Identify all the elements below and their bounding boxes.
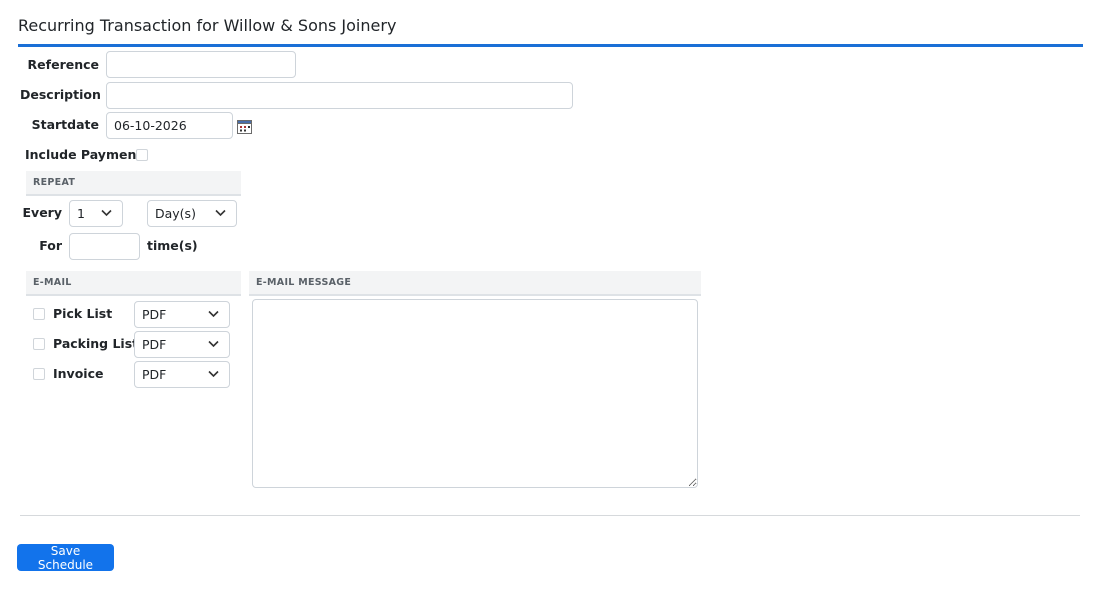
for-times-input[interactable] [69, 233, 140, 260]
include-payment-checkbox[interactable] [136, 149, 148, 161]
form-divider [20, 515, 1080, 516]
invoice-label: Invoice [53, 366, 104, 381]
every-value: 1 [77, 206, 85, 221]
packing-list-format: PDF [142, 337, 167, 352]
include-payment-label: Include Payment [25, 147, 143, 162]
invoice-checkbox[interactable] [33, 368, 45, 380]
unit-value: Day(s) [155, 206, 196, 221]
reference-input[interactable] [106, 51, 296, 78]
pick-list-label: Pick List [53, 306, 113, 321]
save-schedule-button[interactable]: Save Schedule [17, 544, 114, 572]
title-divider [18, 44, 1083, 47]
chevron-down-icon [208, 310, 219, 318]
calendar-icon[interactable] [237, 119, 252, 138]
times-label: time(s) [147, 238, 198, 253]
invoice-format: PDF [142, 367, 167, 382]
invoice-format-select[interactable]: PDF [134, 361, 230, 388]
packing-list-format-select[interactable]: PDF [134, 331, 230, 358]
description-label: Description [20, 87, 101, 102]
email-message-textarea[interactable] [252, 299, 698, 488]
every-label: Every [22, 205, 62, 220]
email-message-section-header: E-MAIL MESSAGE [249, 271, 701, 296]
unit-select[interactable]: Day(s) [147, 200, 237, 227]
packing-list-label: Packing List [53, 336, 139, 351]
pick-list-checkbox[interactable] [33, 308, 45, 320]
chevron-down-icon [208, 370, 219, 378]
packing-list-checkbox[interactable] [33, 338, 45, 350]
description-input[interactable] [106, 82, 573, 109]
startdate-label: Startdate [31, 117, 99, 132]
chevron-down-icon [215, 209, 226, 217]
page-title: Recurring Transaction for Willow & Sons … [18, 16, 397, 35]
every-select[interactable]: 1 [69, 200, 123, 227]
pick-list-format: PDF [142, 307, 167, 322]
chevron-down-icon [101, 209, 112, 217]
startdate-input[interactable] [106, 112, 233, 139]
for-label: For [39, 238, 62, 253]
email-section-header: E-MAIL [26, 271, 241, 296]
pick-list-format-select[interactable]: PDF [134, 301, 230, 328]
chevron-down-icon [208, 340, 219, 348]
repeat-section-header: REPEAT [26, 171, 241, 196]
reference-label: Reference [27, 57, 99, 72]
